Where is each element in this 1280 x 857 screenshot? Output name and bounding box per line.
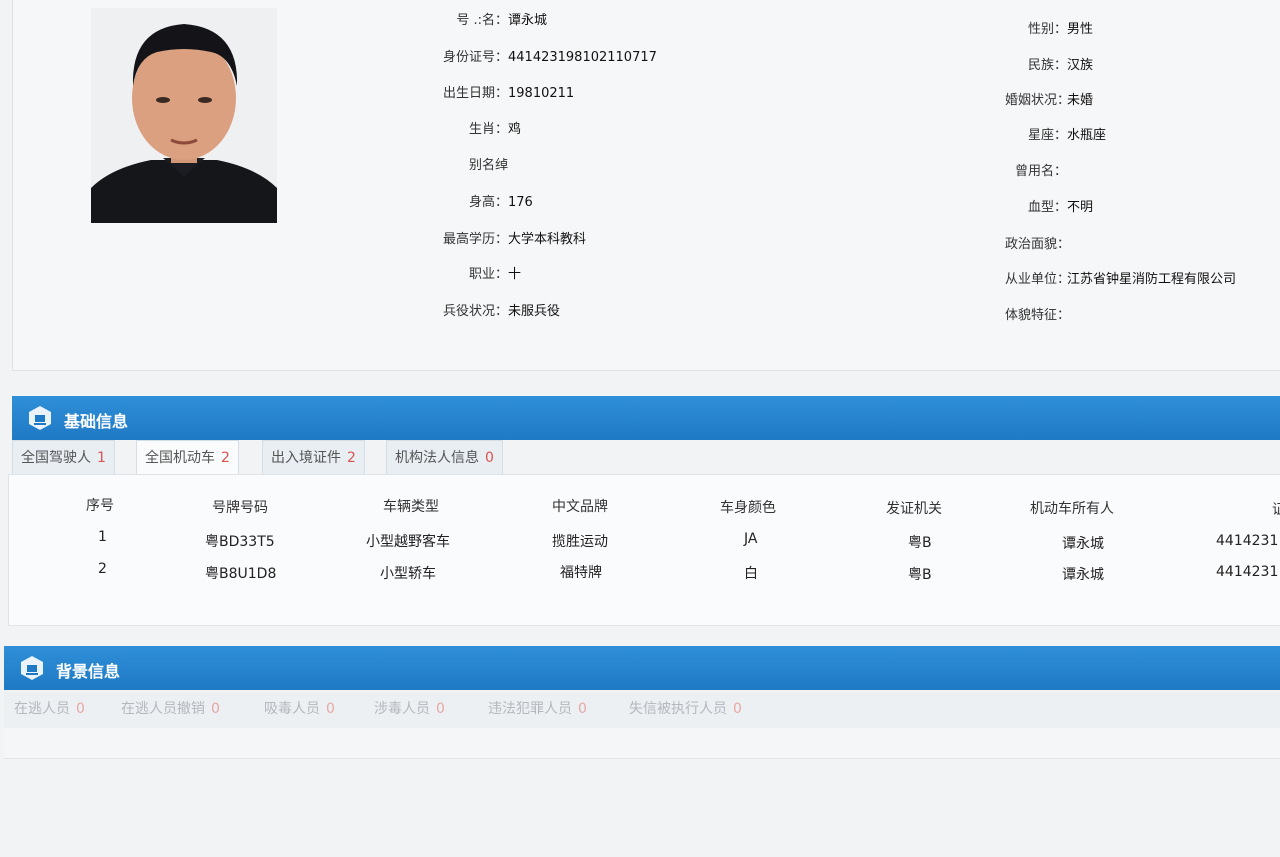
field-birth-date: 出生日期：19810211 [442,86,575,101]
field-blood-type: 血型：不明 [1027,200,1094,215]
tab-criminal-records[interactable]: 违法犯罪人员 0 [488,692,587,726]
background-info-body [4,728,1280,759]
column-header-owner: 机动车所有人 [1030,501,1114,517]
info-icon [20,655,44,681]
field-marital-status: 婚姻状况：未婚 [1005,93,1094,108]
basic-info-tabs: 全国驾驶人 1 全国机动车 2 出入境证件 2 机构法人信息 0 [12,440,1280,476]
table-cell[interactable]: 粤BD33T5 [205,531,275,551]
table-cell: 谭永城 [1062,567,1104,583]
column-header-brand: 中文品牌 [552,499,608,515]
background-info-header: 背景信息 [4,646,1280,690]
basic-info-title: 基础信息 [64,412,129,431]
tab-fugitives-revoked[interactable]: 在逃人员撤销 0 [121,692,220,726]
field-gender: 性别：男性 [1027,22,1094,37]
column-header-vehicle-type: 车辆类型 [383,499,439,515]
table-cell: 小型轿车 [380,566,436,582]
tab-national-vehicles[interactable]: 全国机动车 2 [136,440,239,475]
field-height: 身高：176 [468,195,533,210]
table-cell: 1 [98,529,107,545]
table-cell: 粤B [908,567,932,583]
field-physical-features: 体貌特征： [1005,308,1071,323]
table-cell: 白 [744,566,758,582]
background-info-tabs: 在逃人员 0 在逃人员撤销 0 吸毒人员 0 涉毒人员 0 违法犯罪人员 0 失信被执行人… [4,692,1280,729]
table-cell: 4414231 [1216,533,1279,549]
field-political-status: 政治面貌： [1005,237,1071,252]
tab-legal-entity-info[interactable]: 机构法人信息 0 [386,440,503,475]
table-cell: 谭永城 [1062,536,1104,552]
field-alias: 别名绰 [468,158,508,173]
table-cell: 粤B [908,535,932,551]
basic-info-header: 基础信息 [12,396,1280,440]
background-info-title: 背景信息 [56,662,121,681]
field-education: 最高学历：大学本科教科 [442,232,587,247]
person-photo [91,8,277,223]
column-header-issuer: 发证机关 [886,501,942,517]
tab-entry-exit-docs[interactable]: 出入境证件 2 [262,440,365,475]
field-id-number: 身份证号：441423198102110717 [442,50,657,65]
table-cell: 小型越野客车 [366,534,450,550]
table-cell: 4414231 [1216,564,1279,580]
table-cell[interactable]: 粤B8U1D8 [205,563,276,583]
tab-fugitives[interactable]: 在逃人员 0 [14,692,85,726]
column-header-plate: 号牌号码 [212,500,268,516]
field-military-status: 兵役状况：未服兵役 [442,304,561,319]
tab-dishonest-debtors[interactable]: 失信被执行人员 0 [629,692,742,726]
column-header-index: 序号 [86,498,114,514]
table-cell: 福特牌 [560,565,602,581]
column-header-id: 证 [1272,502,1280,518]
field-constellation: 星座：水瓶座 [1027,128,1107,143]
info-icon [28,405,52,431]
field-name: 号 .:名：谭永城 [456,13,548,28]
field-zodiac: 生肖：鸡 [468,122,522,137]
table-cell: 揽胜运动 [552,534,608,550]
table-cell: JA [744,531,758,547]
field-occupation: 职业：十 [468,267,522,282]
field-ethnicity: 民族：汉族 [1027,58,1094,73]
field-employer: 从业单位：江苏省钟星消防工程有限公司 [1005,272,1237,287]
tab-drug-users[interactable]: 吸毒人员 0 [264,692,335,726]
table-cell: 2 [98,561,107,577]
tab-drug-involved[interactable]: 涉毒人员 0 [374,692,445,726]
tab-national-drivers[interactable]: 全国驾驶人 1 [12,440,115,475]
column-header-color: 车身颜色 [720,500,776,516]
field-former-name: 曾用名： [1014,164,1067,179]
